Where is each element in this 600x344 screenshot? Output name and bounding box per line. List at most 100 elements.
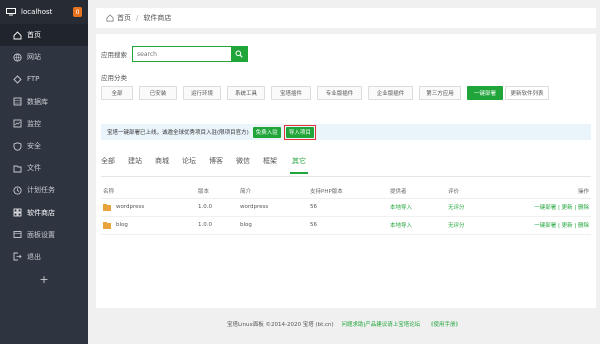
cell-php: 56: [308, 216, 388, 235]
table-row: blog 1.0.0 blog 56 本地导入 无评分 一键部署 | 更新 | …: [101, 216, 591, 235]
tab-framework[interactable]: 框架: [263, 152, 277, 174]
search-label: 应用搜索: [101, 51, 127, 59]
category-enterprise-plugins[interactable]: 企业版插件: [368, 86, 413, 100]
sidebar-header: localhost 0: [0, 0, 88, 24]
cell-version: 1.0.0: [196, 198, 238, 217]
search-row: 应用搜索: [101, 46, 248, 62]
settings-icon: [12, 230, 22, 240]
category-pro-plugins[interactable]: 专业版插件: [317, 86, 362, 100]
sidebar: localhost 0 首页 网站 FTP 数据库 监控 安全 文件 计划任务 …: [0, 0, 88, 344]
tab-all[interactable]: 全部: [101, 152, 115, 174]
category-runtime[interactable]: 运行环境: [183, 86, 221, 100]
cell-rating[interactable]: 无评分: [446, 198, 496, 217]
sidebar-item-home[interactable]: 首页: [0, 24, 88, 47]
package-icon: [103, 203, 111, 211]
category-all[interactable]: 全部: [101, 86, 133, 100]
category-tabs: 全部 建站 商城 论坛 博客 微信 框架 其它: [101, 152, 321, 174]
cell-provider: 本地导入: [388, 198, 446, 217]
sidebar-item-label: 软件商店: [27, 208, 55, 217]
category-bar: 全部 已安装 运行环境 系统工具 宝塔插件 专业版插件 企业版插件 第三方应用 …: [101, 86, 549, 100]
col-name: 名称: [101, 184, 196, 199]
grid-icon: [12, 208, 22, 218]
sidebar-item-store[interactable]: 软件商店: [0, 202, 88, 224]
search-box: [132, 46, 248, 62]
notice-bar: 宝塔一键部署已上线，诚邀全球优秀项目入驻(限项目官方) 免费入驻 导入项目: [101, 124, 591, 140]
tab-forum[interactable]: 论坛: [182, 152, 196, 174]
tab-shop[interactable]: 商城: [155, 152, 169, 174]
sidebar-item-website[interactable]: 网站: [0, 46, 88, 68]
server-icon: [6, 8, 16, 16]
store-panel: 应用搜索 应用分类 全部 已安装 运行环境 系统工具 宝塔插件 专业版插件 企业…: [96, 34, 596, 308]
cell-php: 56: [308, 198, 388, 217]
sidebar-item-ftp[interactable]: FTP: [0, 68, 88, 90]
notification-badge[interactable]: 0: [73, 7, 82, 17]
sidebar-item-security[interactable]: 安全: [0, 135, 88, 157]
globe-icon: [12, 52, 22, 62]
category-installed[interactable]: 已安装: [139, 86, 177, 100]
cell-rating[interactable]: 无评分: [446, 216, 496, 235]
category-third-party[interactable]: 第三方应用: [419, 86, 461, 100]
col-provider: 提供者: [388, 184, 446, 199]
sidebar-item-label: 安全: [27, 142, 41, 151]
free-apply-button[interactable]: 免费入驻: [252, 126, 281, 138]
search-button[interactable]: [231, 47, 247, 61]
col-version: 版本: [196, 184, 238, 199]
package-name-text: blog: [116, 222, 128, 228]
tabs-divider: [101, 176, 591, 177]
search-icon: [235, 50, 243, 58]
clock-icon: [12, 185, 22, 195]
footer: 宝塔Linux面板 ©2014-2020 宝塔 (bt.cn) 问题求助|产品建…: [88, 320, 600, 328]
sidebar-item-monitor[interactable]: 监控: [0, 113, 88, 135]
col-php-version: 支持PHP版本: [308, 184, 388, 199]
table-row: wordpress 1.0.0 wordpress 56 本地导入 无评分 一键…: [101, 198, 591, 217]
tab-other[interactable]: 其它: [290, 152, 308, 174]
main-area: 首页 / 软件商店 应用搜索 应用分类 全部 已安装 运行环境 系统工具 宝塔插…: [88, 0, 600, 344]
notice-text: 宝塔一键部署已上线，诚邀全球优秀项目入驻(限项目官方): [107, 130, 249, 136]
col-actions: 操作: [496, 184, 591, 199]
sidebar-item-label: 面板设置: [27, 230, 55, 239]
ftp-icon: [12, 74, 22, 84]
update-software-list-button[interactable]: 更新软件列表: [505, 86, 549, 100]
sidebar-item-files[interactable]: 文件: [0, 157, 88, 179]
package-name: blog: [103, 221, 194, 229]
home-icon[interactable]: [106, 14, 114, 22]
package-icon: [103, 221, 111, 229]
footer-forum-link[interactable]: 问题求助|产品建议请上宝塔论坛: [341, 322, 420, 328]
cell-actions[interactable]: 一键部署 | 更新 | 删除: [496, 198, 591, 217]
category-one-click-deploy[interactable]: 一键部署: [467, 86, 503, 100]
shield-icon: [12, 141, 22, 151]
home-icon: [12, 30, 22, 40]
breadcrumb-separator: /: [136, 14, 139, 22]
search-input[interactable]: [133, 47, 231, 61]
tab-blog[interactable]: 博客: [209, 152, 223, 174]
cell-actions[interactable]: 一键部署 | 更新 | 删除: [496, 216, 591, 235]
import-project-highlight: 导入项目: [283, 124, 316, 140]
breadcrumb: 首页 / 软件商店: [96, 8, 596, 28]
footer-manual-link[interactable]: 《使用手册》: [428, 322, 461, 328]
footer-copyright: 宝塔Linux面板 ©2014-2020 宝塔 (bt.cn): [226, 322, 334, 328]
cell-name: blog: [101, 216, 196, 235]
package-name: wordpress: [103, 203, 194, 211]
breadcrumb-current: 软件商店: [143, 14, 172, 22]
package-name-text: wordpress: [116, 204, 145, 210]
sidebar-item-database[interactable]: 数据库: [0, 91, 88, 113]
sidebar-item-cron[interactable]: 计划任务: [0, 179, 88, 201]
cell-provider: 本地导入: [388, 216, 446, 235]
col-description: 简介: [238, 184, 308, 199]
cell-description: blog: [238, 216, 308, 235]
tab-site[interactable]: 建站: [128, 152, 142, 174]
sidebar-item-settings[interactable]: 面板设置: [0, 224, 88, 246]
category-bt-plugins[interactable]: 宝塔插件: [271, 86, 311, 100]
sidebar-item-label: FTP: [27, 75, 40, 84]
sidebar-item-logout[interactable]: 退出: [0, 246, 88, 268]
tab-wechat[interactable]: 微信: [236, 152, 250, 174]
col-rating: 评价: [446, 184, 496, 199]
cell-version: 1.0.0: [196, 216, 238, 235]
sidebar-item-label: 监控: [27, 119, 41, 128]
add-button[interactable]: +: [0, 268, 88, 290]
breadcrumb-home[interactable]: 首页: [117, 13, 131, 23]
import-project-button[interactable]: 导入项目: [285, 126, 314, 138]
sidebar-item-label: 退出: [27, 252, 41, 261]
category-system-tools[interactable]: 系统工具: [227, 86, 265, 100]
cell-name: wordpress: [101, 198, 196, 217]
